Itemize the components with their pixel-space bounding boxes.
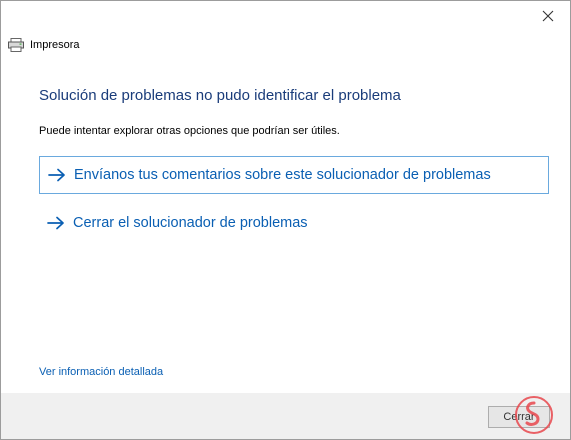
view-details-link[interactable]: Ver información detallada [39, 366, 163, 378]
window-close-button[interactable] [526, 1, 570, 31]
arrow-right-icon [47, 216, 64, 230]
page-description: Puede intentar explorar otras opciones q… [39, 125, 340, 137]
arrow-right-icon [48, 168, 65, 182]
page-title: Solución de problemas no pudo identifica… [39, 87, 401, 104]
close-troubleshooter-label: Cerrar el solucionador de problemas [73, 215, 308, 231]
close-button[interactable]: Cerrar [488, 406, 550, 428]
send-feedback-label: Envíanos tus comentarios sobre este solu… [74, 167, 491, 183]
send-feedback-option[interactable]: Envíanos tus comentarios sobre este solu… [39, 156, 549, 194]
troubleshooter-window: Impresora Solución de problemas no pudo … [0, 0, 571, 440]
close-troubleshooter-option[interactable]: Cerrar el solucionador de problemas [39, 204, 549, 242]
close-icon [542, 10, 554, 22]
app-header: Impresora [8, 38, 80, 52]
printer-icon [8, 38, 24, 52]
app-title: Impresora [30, 39, 80, 51]
footer-bar: Cerrar [1, 393, 570, 439]
title-bar [1, 1, 570, 31]
